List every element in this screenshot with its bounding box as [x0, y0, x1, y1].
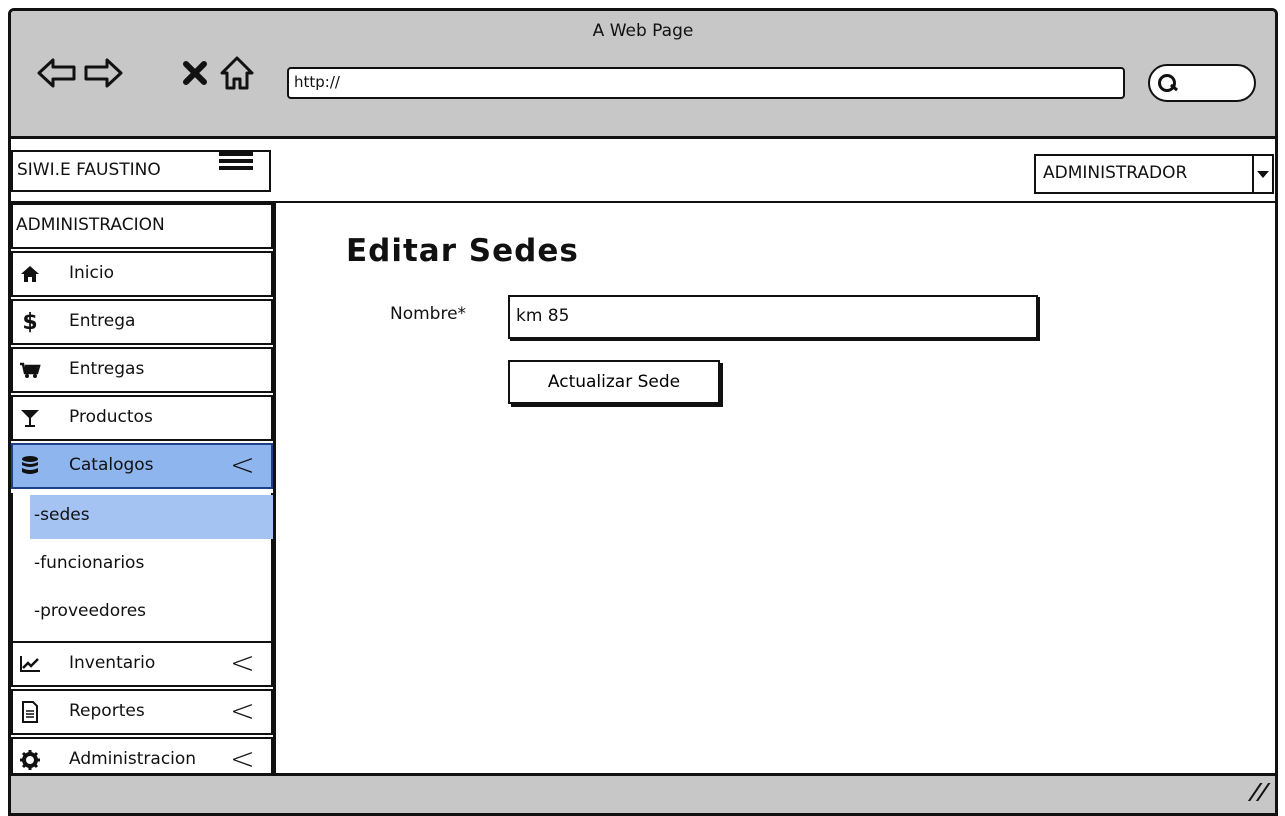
update-sede-button[interactable]: Actualizar Sede	[508, 360, 720, 404]
chevron-left-icon: <	[229, 646, 255, 681]
browser-search[interactable]	[1148, 64, 1256, 102]
nombre-field[interactable]: km 85	[508, 295, 1038, 339]
status-bar: //	[11, 773, 1275, 813]
sidebar-item-label: Inventario	[69, 653, 156, 673]
back-icon[interactable]	[37, 53, 77, 93]
window-title: A Web Page	[592, 21, 694, 41]
submenu-item-sedes[interactable]: -sedes	[30, 495, 273, 539]
submenu-item-proveedores[interactable]: -proveedores	[30, 591, 273, 635]
chart-icon	[19, 653, 41, 675]
cart-icon	[19, 359, 41, 381]
close-icon[interactable]	[175, 53, 215, 93]
sidebar-header: ADMINISTRACION	[11, 203, 273, 249]
address-bar[interactable]: http://	[287, 67, 1125, 99]
glass-icon	[19, 407, 41, 429]
app-header: SIWI.E FAUSTINO ADMINISTRADOR	[11, 142, 1275, 204]
sidebar-item-entregas[interactable]: Entregas	[11, 347, 273, 393]
sidebar-item-productos[interactable]: Productos	[11, 395, 273, 441]
sidebar-item-reportes[interactable]: Reportes <	[11, 689, 273, 735]
document-icon	[19, 701, 41, 723]
catalogos-submenu: -sedes -funcionarios -proveedores	[11, 493, 273, 641]
sidebar-item-label: Catalogos	[69, 455, 154, 475]
sidebar-item-label: Entrega	[69, 311, 136, 331]
home-icon	[19, 263, 41, 285]
home-icon[interactable]	[217, 53, 257, 93]
gear-icon	[19, 749, 41, 771]
sidebar-item-inicio[interactable]: Inicio	[11, 251, 273, 297]
forward-icon[interactable]	[83, 53, 123, 93]
sidebar-item-label: Productos	[69, 407, 153, 427]
sidebar-item-entrega[interactable]: $ Entrega	[11, 299, 273, 345]
chevron-left-icon: <	[229, 448, 255, 483]
chevron-left-icon: <	[229, 742, 255, 777]
nombre-label: Nombre*	[390, 304, 467, 324]
menu-icon[interactable]	[219, 152, 253, 174]
browser-toolbar: A Web Page http://	[11, 11, 1275, 139]
submenu-item-funcionarios[interactable]: -funcionarios	[30, 543, 273, 587]
sidebar-item-label: Inicio	[69, 263, 114, 283]
dollar-icon: $	[22, 309, 38, 335]
chevron-down-icon	[1257, 171, 1269, 178]
main-content: Editar Sedes Nombre* km 85 Actualizar Se…	[273, 203, 1275, 773]
brand-label: SIWI.E FAUSTINO	[17, 160, 161, 180]
sidebar-item-label: Reportes	[69, 701, 145, 721]
sidebar-item-label: Administracion	[69, 749, 197, 769]
sidebar-item-catalogos[interactable]: Catalogos <	[11, 443, 273, 489]
sidebar-item-label: Entregas	[69, 359, 145, 379]
page-title: Editar Sedes	[346, 233, 579, 269]
user-menu-dropdown[interactable]: ADMINISTRADOR	[1034, 154, 1274, 194]
database-icon	[19, 455, 41, 477]
resize-grip-icon[interactable]: //	[1246, 780, 1271, 805]
sidebar: ADMINISTRACION Inicio $ Entrega Entregas…	[11, 203, 273, 783]
sidebar-item-inventario[interactable]: Inventario <	[11, 641, 273, 687]
browser-window: A Web Page http:// SIWI.E FAUSTINO ADMIN…	[8, 8, 1278, 816]
chevron-left-icon: <	[229, 694, 255, 729]
user-menu-label: ADMINISTRADOR	[1043, 163, 1188, 183]
